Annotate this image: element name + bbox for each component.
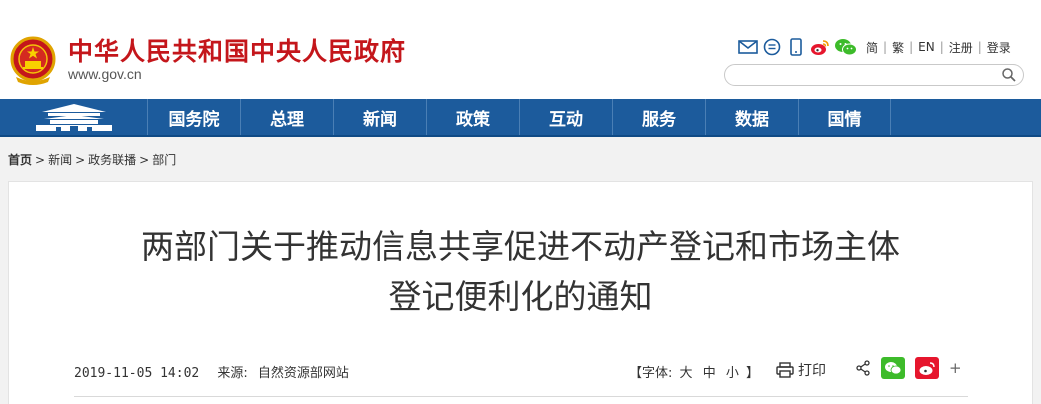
printer-icon bbox=[776, 362, 794, 378]
tool-separator: | bbox=[977, 40, 982, 54]
source-label: 来源: bbox=[217, 366, 248, 381]
font-size-medium[interactable]: 中 bbox=[703, 366, 716, 381]
national-emblem-icon[interactable] bbox=[10, 33, 56, 87]
site-url[interactable]: www.gov.cn bbox=[68, 66, 142, 82]
search-input[interactable] bbox=[724, 64, 1024, 86]
lang-english-link[interactable]: EN bbox=[918, 40, 935, 54]
nav-item-national-info[interactable]: 国情 bbox=[798, 99, 891, 135]
article-title-line-1: 两部门关于推动信息共享促进不动产登记和市场主体 bbox=[141, 227, 900, 266]
print-label: 打印 bbox=[798, 363, 826, 379]
publish-date: 2019-11-05 14:02 bbox=[74, 366, 200, 381]
nav-item-interaction[interactable]: 互动 bbox=[519, 99, 612, 135]
article-title-line-2: 登记便利化的通知 bbox=[388, 277, 653, 316]
font-size-large[interactable]: 大 bbox=[680, 366, 693, 381]
mobile-icon[interactable] bbox=[786, 37, 806, 57]
site-title[interactable]: 中华人民共和国中央人民政府 bbox=[68, 32, 406, 68]
meta-divider bbox=[74, 396, 968, 397]
share-bar: + bbox=[855, 357, 972, 379]
nav-items: 国务院 总理 新闻 政策 互动 服务 数据 国情 bbox=[147, 99, 891, 135]
share-weibo-icon[interactable] bbox=[915, 357, 939, 379]
breadcrumb-department[interactable]: 部门 bbox=[152, 153, 176, 167]
tool-separator: | bbox=[939, 40, 944, 54]
source-name: 自然资源部网站 bbox=[257, 366, 349, 381]
site-header: 中华人民共和国中央人民政府 www.gov.cn 简 | 繁 | EN | 注册… bbox=[0, 0, 1041, 99]
nav-item-news[interactable]: 新闻 bbox=[333, 99, 426, 135]
font-size-switcher: 【字体: 大 中 小 】 bbox=[629, 362, 759, 381]
article-title: 两部门关于推动信息共享促进不动产登记和市场主体 登记便利化的通知 bbox=[0, 222, 1041, 322]
main-nav: 国务院 总理 新闻 政策 互动 服务 数据 国情 bbox=[0, 99, 1041, 137]
breadcrumb-separator: > bbox=[35, 153, 46, 167]
message-icon[interactable] bbox=[762, 37, 782, 57]
register-link[interactable]: 注册 bbox=[949, 39, 973, 56]
lang-traditional-link[interactable]: 繁 bbox=[892, 39, 904, 56]
nav-item-state-council[interactable]: 国务院 bbox=[147, 99, 240, 135]
nav-home[interactable] bbox=[0, 99, 147, 135]
share-wechat-icon[interactable] bbox=[881, 357, 905, 379]
article-meta: 2019-11-05 14:02 来源: 自然资源部网站 bbox=[74, 362, 349, 381]
tiananmen-icon bbox=[35, 104, 112, 131]
mail-icon[interactable] bbox=[738, 37, 758, 57]
nav-item-data[interactable]: 数据 bbox=[705, 99, 798, 135]
breadcrumb-home[interactable]: 首页 bbox=[8, 153, 32, 167]
share-more-icon[interactable]: + bbox=[949, 359, 962, 377]
lang-simplified-link[interactable]: 简 bbox=[866, 39, 878, 56]
font-size-small[interactable]: 小 bbox=[726, 366, 739, 381]
weibo-icon[interactable] bbox=[810, 37, 830, 57]
login-link[interactable]: 登录 bbox=[987, 39, 1011, 56]
breadcrumb-gov-broadcast[interactable]: 政务联播 bbox=[88, 153, 136, 167]
nav-item-policy[interactable]: 政策 bbox=[426, 99, 519, 135]
breadcrumb: 首页 > 新闻 > 政务联播 > 部门 bbox=[8, 151, 176, 168]
share-icon[interactable] bbox=[855, 360, 871, 376]
breadcrumb-separator: > bbox=[139, 153, 150, 167]
header-tools: 简 | 繁 | EN | 注册 | 登录 bbox=[738, 37, 1011, 57]
font-size-label: 【字体: bbox=[629, 366, 673, 381]
tool-separator: | bbox=[883, 40, 888, 54]
breadcrumb-news[interactable]: 新闻 bbox=[48, 153, 72, 167]
nav-item-premier[interactable]: 总理 bbox=[240, 99, 333, 135]
tool-separator: | bbox=[909, 40, 914, 54]
wechat-icon[interactable] bbox=[834, 37, 858, 57]
nav-item-services[interactable]: 服务 bbox=[612, 99, 705, 135]
breadcrumb-separator: > bbox=[75, 153, 86, 167]
search-icon[interactable] bbox=[1001, 67, 1017, 83]
print-button[interactable]: 打印 bbox=[776, 360, 826, 380]
font-size-close: 】 bbox=[746, 366, 760, 381]
